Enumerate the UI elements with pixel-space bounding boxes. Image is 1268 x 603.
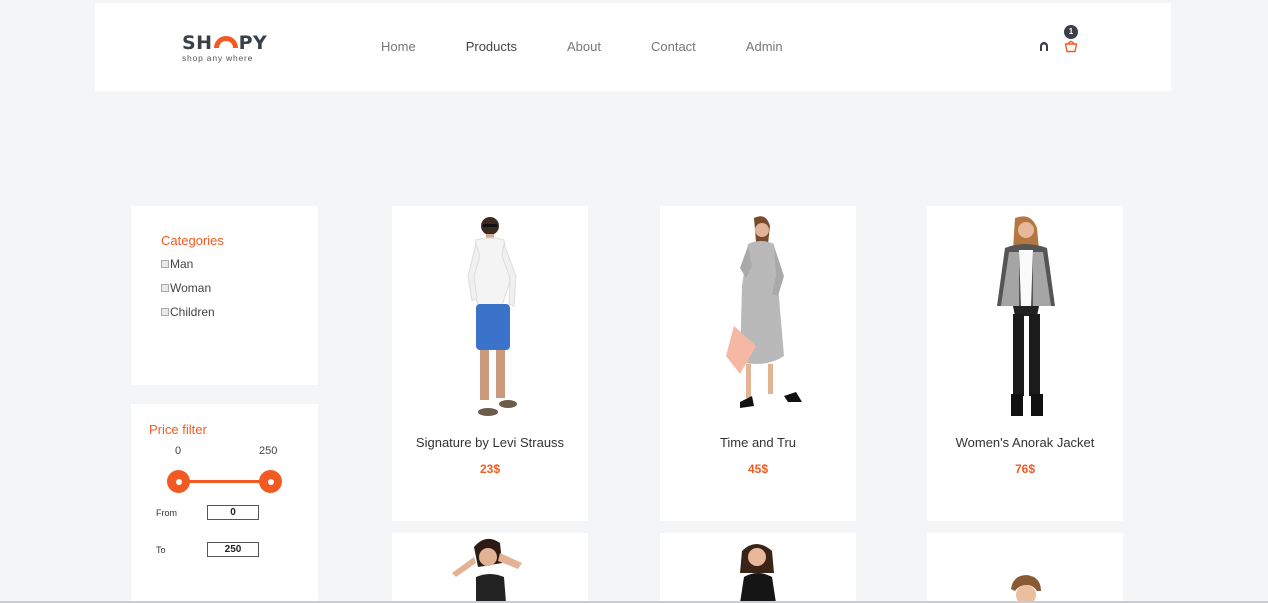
product-card[interactable]: Signature by Levi Strauss 23$ xyxy=(392,206,588,521)
range-max-label: 250 xyxy=(259,445,278,457)
price-slider-max-handle[interactable] xyxy=(259,470,282,493)
product-card[interactable]: Women's Anorak Jacket 76$ xyxy=(927,206,1123,521)
price-filter-panel: Price filter 0 250 From 0 To 250 xyxy=(131,404,318,603)
categories-panel: Categories Man Woman Children xyxy=(131,206,318,385)
price-filter-title: Price filter xyxy=(149,422,207,437)
to-input[interactable]: 250 xyxy=(207,542,259,557)
nav-admin[interactable]: Admin xyxy=(746,39,783,54)
from-label: From xyxy=(156,508,177,518)
product-image-man[interactable] xyxy=(392,206,588,421)
category-checkbox[interactable] xyxy=(161,284,169,292)
category-label: Children xyxy=(170,305,215,319)
category-checkbox[interactable] xyxy=(161,260,169,268)
product-image-dress[interactable] xyxy=(660,206,856,421)
product-name[interactable]: Signature by Levi Strauss xyxy=(392,435,588,450)
product-image-crop-top[interactable] xyxy=(392,533,588,603)
logo-arc-mark xyxy=(213,36,238,48)
nav-home[interactable]: Home xyxy=(381,39,416,54)
category-checkbox[interactable] xyxy=(161,308,169,316)
category-man[interactable]: Man xyxy=(161,252,215,276)
category-children[interactable]: Children xyxy=(161,300,215,324)
product-card[interactable] xyxy=(660,533,856,603)
main-nav: Home Products About Contact Admin xyxy=(381,39,833,54)
product-image-jacket[interactable] xyxy=(927,206,1123,421)
nav-contact[interactable]: Contact xyxy=(651,39,696,54)
category-woman[interactable]: Woman xyxy=(161,276,215,300)
product-name[interactable]: Time and Tru xyxy=(660,435,856,450)
product-card[interactable] xyxy=(392,533,588,603)
logo-text-right: PY xyxy=(238,32,268,54)
from-input[interactable]: 0 xyxy=(207,505,259,520)
nav-products[interactable]: Products xyxy=(466,39,517,54)
shopy-logo[interactable]: SH PY shop any where xyxy=(182,33,272,63)
nav-about[interactable]: About xyxy=(567,39,601,54)
logo-text-left: SH xyxy=(182,32,213,54)
category-label: Woman xyxy=(170,281,212,295)
range-min-label: 0 xyxy=(175,445,182,457)
product-image-black-top[interactable] xyxy=(660,533,856,603)
categories-title: Categories xyxy=(161,233,224,248)
product-card[interactable]: Time and Tru 45$ xyxy=(660,206,856,521)
logo-tagline: shop any where xyxy=(182,53,254,63)
user-icon[interactable] xyxy=(1038,40,1050,52)
categories-list: Man Woman Children xyxy=(161,252,215,324)
site-header: SH PY shop any where Home Products About… xyxy=(95,3,1171,91)
to-label: To xyxy=(156,545,166,555)
category-label: Man xyxy=(170,257,194,271)
product-price: 45$ xyxy=(747,462,769,476)
price-slider-min-handle[interactable] xyxy=(167,470,190,493)
product-card[interactable] xyxy=(927,533,1123,603)
product-price: 76$ xyxy=(1014,462,1036,476)
product-name[interactable]: Women's Anorak Jacket xyxy=(927,435,1123,450)
cart-count-badge: 1 xyxy=(1064,25,1078,39)
basket-icon[interactable] xyxy=(1064,39,1078,53)
product-price: 23$ xyxy=(479,462,501,476)
product-image-child[interactable] xyxy=(927,533,1123,603)
price-slider-track[interactable] xyxy=(177,480,270,483)
